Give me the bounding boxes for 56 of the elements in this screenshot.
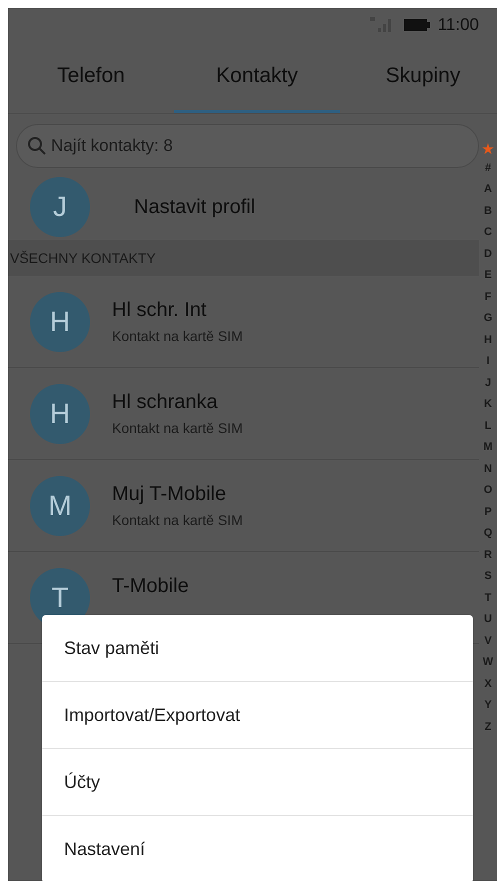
avatar: H [30,384,90,444]
index-letter[interactable]: Y [484,699,492,720]
tab[interactable]: Skupiny [340,42,497,113]
contact-row[interactable]: H Hl schr. Int Kontakt na kartě SIM [8,276,479,368]
index-letter[interactable]: D [484,248,492,269]
contact-name: Muj T-Mobile [112,483,226,506]
index-letter[interactable]: A [484,183,492,204]
index-letter[interactable]: E [484,269,492,290]
index-letter[interactable]: M [483,441,493,462]
menu-item[interactable]: Nastavení [42,816,473,881]
index-letter[interactable]: Z [484,720,492,742]
index-letter[interactable]: N [484,462,492,484]
battery-icon [404,18,430,32]
index-letter[interactable]: K [484,398,492,420]
avatar: H [30,292,90,352]
profile-label: Nastavit profil [134,196,256,218]
profile-row[interactable]: J Nastavit profil [8,174,479,240]
contact-subtitle: Kontakt na kartě SIM [112,420,243,436]
menu-item[interactable]: Importovat/Exportovat [42,682,473,749]
index-letter[interactable]: W [482,656,494,678]
index-letter[interactable]: O [484,484,492,506]
index-letter[interactable]: P [484,506,492,527]
index-letter[interactable]: I [486,355,490,376]
index-letter[interactable]: G [484,312,492,334]
contact-row[interactable]: H Hl schranka Kontakt na kartě SIM [8,368,479,460]
search-field[interactable]: Najít kontakty: 8 [16,124,479,168]
index-letter[interactable]: X [484,678,492,699]
index-letter[interactable]: B [484,204,492,226]
index-letter[interactable]: C [484,226,492,248]
avatar: M [30,476,90,536]
search-placeholder: Najít kontakty: 8 [51,136,173,156]
index-letter[interactable]: L [484,420,492,441]
index-letter[interactable]: R [484,548,492,570]
contact-subtitle: Kontakt na kartě SIM [112,328,243,344]
index-letter[interactable]: S [484,570,492,592]
index-letter[interactable]: # [484,162,492,183]
index-letter[interactable]: U [484,613,492,634]
index-letter[interactable]: V [484,634,492,656]
menu-item[interactable]: Stav paměti [42,615,473,682]
contact-name: Hl schranka [112,391,218,414]
avatar: J [30,177,90,237]
search-icon [27,136,47,156]
index-letter[interactable]: F [484,290,492,312]
menu-item[interactable]: Účty [42,749,473,816]
index-letter[interactable]: T [484,592,492,613]
index-letter[interactable]: ★ [481,140,495,162]
tab[interactable]: Telefon [8,42,174,113]
index-letter[interactable]: J [484,376,492,398]
index-letter[interactable]: H [484,334,492,355]
index-letter[interactable]: Q [484,527,492,548]
contact-name: T-Mobile [112,575,189,598]
contact-name: Hl schr. Int [112,299,206,322]
contact-subtitle: Kontakt na kartě SIM [112,512,243,528]
contact-row[interactable]: M Muj T-Mobile Kontakt na kartě SIM [8,460,479,552]
status-time: 11:00 [438,15,479,35]
tab[interactable]: Kontakty [174,42,340,113]
